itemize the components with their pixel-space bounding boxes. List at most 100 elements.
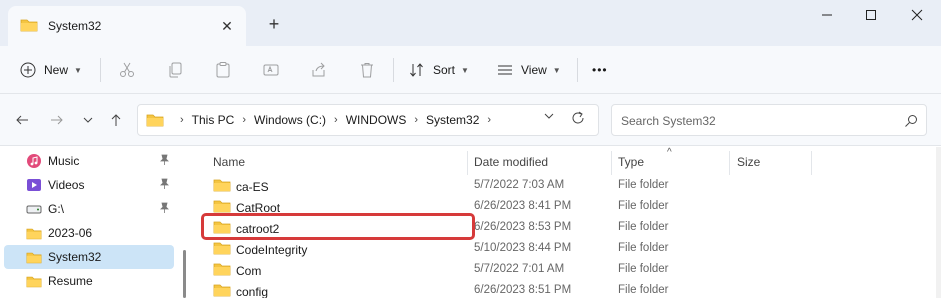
sort-button[interactable]: Sort ▼ [409,54,469,86]
share-button[interactable] [310,54,328,86]
arrow-up-icon [111,114,121,126]
copy-button[interactable] [166,54,184,86]
title-bar: System32 ✕ + [0,0,941,46]
file-type: File folder [618,263,669,275]
rename-button[interactable] [262,54,280,86]
navigation-pane: Music Videos G:\ 2023-06 System32 Resume [0,147,176,298]
more-options-button[interactable]: ••• [592,54,608,86]
up-button[interactable] [104,108,128,132]
delete-button[interactable] [358,54,376,86]
file-date: 6/26/2023 8:53 PM [474,221,572,233]
folder-icon [213,241,231,258]
folder-icon [26,273,42,289]
sidebar-item-system32[interactable]: System32 [4,245,174,269]
table-row[interactable]: Com 5/7/2022 7:01 AM File folder [207,259,807,280]
paste-icon [216,62,230,78]
close-window-button[interactable] [894,0,940,30]
table-row[interactable]: config 6/26/2023 8:51 PM File folder [207,280,807,298]
folder-icon [146,113,164,127]
address-bar[interactable]: › This PC › Windows (C:) › WINDOWS › Sys… [137,104,599,136]
maximize-button[interactable] [848,0,894,30]
file-type: File folder [618,221,669,233]
new-button[interactable]: New ▼ [20,54,82,86]
arrow-right-icon [51,115,63,125]
back-button[interactable] [10,108,34,132]
minimize-button[interactable] [804,0,850,30]
search-input[interactable] [621,112,891,130]
search-icon[interactable] [904,114,918,131]
cut-button[interactable] [118,54,136,86]
chevron-right-icon[interactable]: › [414,114,418,126]
file-type: File folder [618,284,669,296]
folder-icon [213,262,231,279]
folder-icon [20,18,38,35]
view-icon [498,65,512,75]
address-history-dropdown[interactable] [544,111,554,124]
command-bar: New ▼ Sort ▼ View ▼ ••• [0,46,941,94]
file-name: Com [236,263,262,278]
column-divider[interactable] [611,151,612,175]
sidebar-item-label: System32 [48,250,102,264]
file-type: File folder [618,200,669,212]
pin-icon [158,154,170,169]
videos-icon [26,177,42,193]
close-tab-button[interactable]: ✕ [216,15,238,37]
sidebar-item-label: 2023-06 [48,226,93,240]
sort-icon [410,63,423,77]
sidebar-item-resume[interactable]: Resume [4,269,174,293]
minimize-icon [822,14,832,16]
sidebar-item-music[interactable]: Music [4,149,174,173]
file-date: 6/26/2023 8:41 PM [474,200,572,212]
tab-system32[interactable]: System32 ✕ [8,6,246,46]
chevron-right-icon[interactable]: › [487,114,491,126]
sidebar-item-label: Music [48,154,80,168]
drive-icon [26,201,42,217]
share-icon [312,62,325,77]
view-label: View [521,63,547,77]
add-circle-icon [20,62,36,78]
table-row[interactable]: CodeIntegrity 5/10/2023 8:44 PM File fol… [207,238,807,259]
search-box[interactable] [611,104,927,136]
recent-locations-button[interactable] [76,108,100,132]
sidebar-item-g-drive[interactable]: G:\ [4,197,174,221]
new-label: New [44,63,69,77]
view-button[interactable]: View ▼ [497,54,561,86]
sidebar-item-videos[interactable]: Videos [4,173,174,197]
breadcrumb-windows[interactable]: WINDOWS [346,113,407,127]
paste-button[interactable] [214,54,232,86]
column-header-name[interactable]: Name [213,155,245,169]
pin-icon [158,202,170,217]
pin-icon [158,178,170,193]
column-header-date-modified[interactable]: Date modified [474,155,548,169]
breadcrumb-windows-c[interactable]: Windows (C:) [254,113,326,127]
breadcrumb-system32[interactable]: System32 [426,113,479,127]
chevron-down-icon [83,117,93,123]
forward-button[interactable] [45,108,69,132]
chevron-down-icon: ▼ [74,65,82,75]
breadcrumb-this-pc[interactable]: This PC [192,113,235,127]
chevron-right-icon[interactable]: › [334,114,338,126]
close-icon [911,9,923,21]
column-divider[interactable] [729,151,730,175]
column-divider[interactable] [811,151,812,175]
sidebar-scrollbar[interactable] [183,250,186,298]
rename-icon [263,64,279,76]
chevron-down-icon: ▼ [461,65,469,75]
tab-title: System32 [48,19,102,33]
file-list-scrollbar[interactable] [936,147,941,298]
music-icon [26,153,42,169]
highlight-annotation [201,213,475,240]
maximize-icon [866,10,876,20]
chevron-right-icon[interactable]: › [242,114,246,126]
sidebar-item-2023-06[interactable]: 2023-06 [4,221,174,245]
folder-icon [26,225,42,241]
folder-icon [26,249,42,265]
refresh-button[interactable] [570,110,586,129]
column-header-type[interactable]: Type [618,155,644,169]
column-divider[interactable] [467,151,468,175]
new-tab-button[interactable]: + [262,12,286,36]
column-header-size[interactable]: Size [737,155,760,169]
file-name: ca-ES [236,179,269,194]
folder-icon [213,283,231,298]
table-row[interactable]: ca-ES 5/7/2022 7:03 AM File folder [207,175,807,196]
